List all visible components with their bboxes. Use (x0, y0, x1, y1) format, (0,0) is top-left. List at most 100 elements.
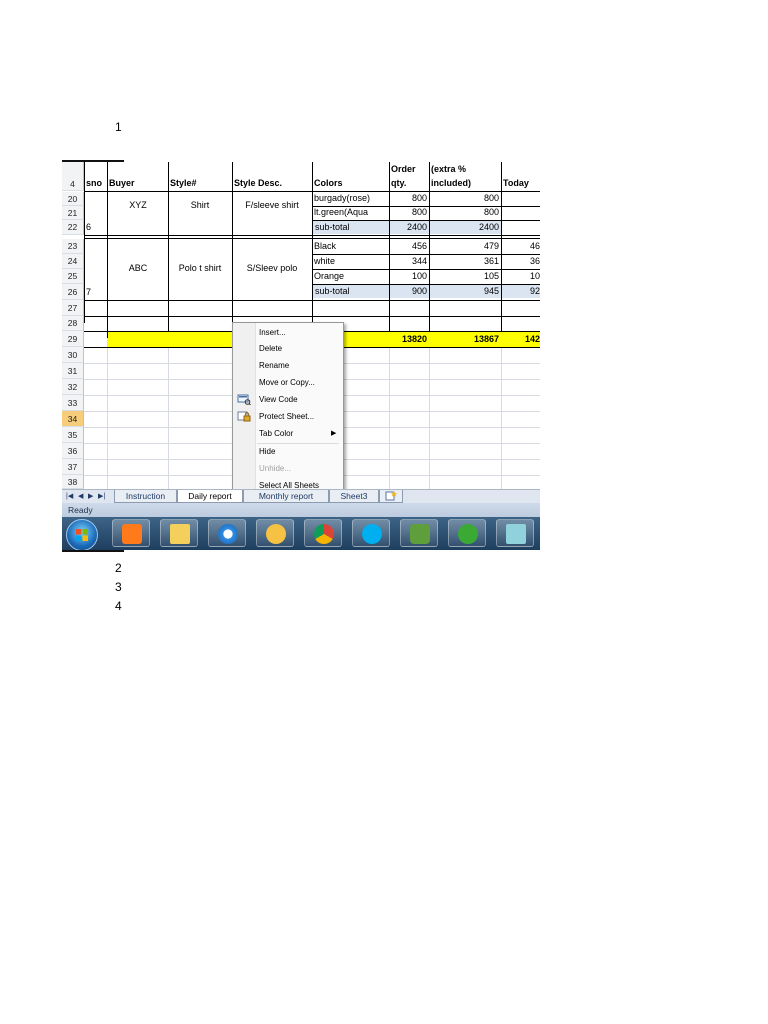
header-style-number[interactable]: Style# (170, 177, 230, 190)
group2-today-2[interactable]: 36 (503, 255, 540, 268)
group2-buyer[interactable]: ABC (109, 262, 167, 275)
group1-buyer[interactable]: XYZ (109, 199, 167, 212)
group1-style[interactable]: Shirt (170, 199, 230, 212)
notes-app-icon[interactable] (496, 519, 534, 547)
group2-color-3[interactable]: Orange (314, 270, 388, 283)
row-header-27[interactable]: 27 (62, 300, 84, 316)
sheet-tab-context-menu: Insert... Delete Rename Move or Copy... … (232, 322, 344, 489)
tab-daily-report[interactable]: Daily report (177, 490, 243, 503)
header-order-qty-line1[interactable]: Order (391, 163, 428, 176)
page-number-1: 1 (115, 120, 122, 134)
row-header-22[interactable]: 22 (62, 220, 84, 235)
row-header-30[interactable]: 30 (62, 347, 84, 363)
group1-color-2[interactable]: lt.green(Aqua (314, 206, 388, 219)
row-header-4[interactable]: 4 (62, 162, 84, 191)
group2-today-1[interactable]: 46 (503, 240, 540, 253)
evernote-icon[interactable] (400, 519, 438, 547)
insert-sheet-icon[interactable] (379, 490, 403, 503)
header-buyer[interactable]: Buyer (109, 177, 167, 190)
menu-separator (257, 443, 339, 444)
outlook-icon[interactable] (256, 519, 294, 547)
group1-subtotal-qty[interactable]: 2400 (390, 221, 429, 234)
group1-sno[interactable]: 6 (86, 221, 106, 234)
group1-extra-2[interactable]: 800 (431, 206, 499, 219)
group1-extra-1[interactable]: 800 (431, 192, 499, 205)
total-today[interactable]: 142 (503, 333, 540, 346)
row-header-25[interactable]: 25 (62, 269, 84, 284)
prev-sheet-nav-icon[interactable]: ◀ (78, 490, 83, 503)
media-player-icon[interactable] (112, 519, 150, 547)
header-style-desc[interactable]: Style Desc. (234, 177, 310, 190)
group1-subtotal-extra[interactable]: 2400 (430, 221, 501, 234)
windows-taskbar (62, 517, 540, 550)
start-orb[interactable] (66, 519, 98, 550)
page-number-4: 4 (115, 599, 122, 613)
row-header-34[interactable]: 34 (62, 411, 84, 427)
group2-style[interactable]: Polo t shirt (170, 262, 230, 275)
row-header-32[interactable]: 32 (62, 379, 84, 395)
group2-qty-2[interactable]: 344 (391, 255, 427, 268)
row-header-28[interactable]: 28 (62, 316, 84, 331)
menu-item-move-or-copy[interactable]: Move or Copy... (259, 377, 315, 389)
chrome-icon[interactable] (304, 519, 342, 547)
group2-subtotal-label[interactable]: sub-total (313, 285, 389, 298)
menu-item-view-code[interactable]: View Code (259, 394, 298, 406)
tab-sheet3[interactable]: Sheet3 (329, 490, 379, 503)
menu-item-delete[interactable]: Delete (259, 343, 282, 355)
group1-subtotal-label[interactable]: sub-total (313, 221, 389, 234)
last-sheet-nav-icon[interactable]: ▶| (98, 490, 105, 503)
header-order-qty-line2[interactable]: qty. (391, 177, 428, 190)
row-header-31[interactable]: 31 (62, 363, 84, 379)
phone-app-icon[interactable] (448, 519, 486, 547)
row-header-38[interactable]: 38 (62, 475, 84, 489)
row-header-21[interactable]: 21 (62, 206, 84, 220)
header-extra-line2[interactable]: included) (431, 177, 499, 190)
row-header-29[interactable]: 29 (62, 331, 84, 347)
header-today[interactable]: Today (503, 177, 540, 190)
menu-item-select-all-sheets[interactable]: Select All Sheets (259, 480, 319, 489)
group2-subtotal-today[interactable]: 92 (502, 285, 540, 298)
first-sheet-nav-icon[interactable]: |◀ (66, 490, 73, 503)
skype-icon[interactable] (352, 519, 390, 547)
group2-desc[interactable]: S/Sleev polo (234, 262, 310, 275)
group2-qty-1[interactable]: 456 (391, 240, 427, 253)
group2-extra-1[interactable]: 479 (431, 240, 499, 253)
group1-qty-2[interactable]: 800 (391, 206, 427, 219)
total-qty[interactable]: 13820 (391, 333, 427, 346)
tab-instruction[interactable]: Instruction (114, 490, 177, 503)
header-colors[interactable]: Colors (314, 177, 388, 190)
row-header-20[interactable]: 20 (62, 192, 84, 206)
menu-item-rename[interactable]: Rename (259, 360, 289, 372)
row-header-23[interactable]: 23 (62, 239, 84, 254)
total-extra[interactable]: 13867 (431, 333, 499, 346)
row-header-37[interactable]: 37 (62, 459, 84, 475)
row-header-33[interactable]: 33 (62, 395, 84, 411)
group1-color-1[interactable]: burgady(rose) (314, 192, 388, 205)
group2-subtotal-extra[interactable]: 945 (430, 285, 501, 298)
menu-item-protect-sheet[interactable]: Protect Sheet... (259, 411, 314, 423)
row-header-24[interactable]: 24 (62, 254, 84, 269)
group1-qty-1[interactable]: 800 (391, 192, 427, 205)
protect-sheet-icon (237, 411, 251, 422)
menu-item-tab-color[interactable]: Tab Color (259, 428, 293, 440)
group2-qty-3[interactable]: 100 (391, 270, 427, 283)
row-header-26[interactable]: 26 (62, 284, 84, 300)
menu-item-insert[interactable]: Insert... (259, 327, 286, 339)
internet-explorer-icon[interactable] (208, 519, 246, 547)
tab-monthly-report[interactable]: Monthly report (243, 490, 329, 503)
next-sheet-nav-icon[interactable]: ▶ (88, 490, 93, 503)
group2-color-1[interactable]: Black (314, 240, 388, 253)
header-sno[interactable]: sno (86, 177, 107, 190)
group2-extra-3[interactable]: 105 (431, 270, 499, 283)
group2-today-3[interactable]: 10 (503, 270, 540, 283)
group2-sno[interactable]: 7 (86, 286, 106, 299)
group2-extra-2[interactable]: 361 (431, 255, 499, 268)
group2-color-2[interactable]: white (314, 255, 388, 268)
menu-item-hide[interactable]: Hide (259, 446, 275, 458)
folder-icon[interactable] (160, 519, 198, 547)
group2-subtotal-qty[interactable]: 900 (390, 285, 429, 298)
group1-desc[interactable]: F/sleeve shirt (234, 199, 310, 212)
header-extra-line1[interactable]: (extra % (431, 163, 499, 176)
row-header-35[interactable]: 35 (62, 427, 84, 443)
row-header-36[interactable]: 36 (62, 443, 84, 459)
